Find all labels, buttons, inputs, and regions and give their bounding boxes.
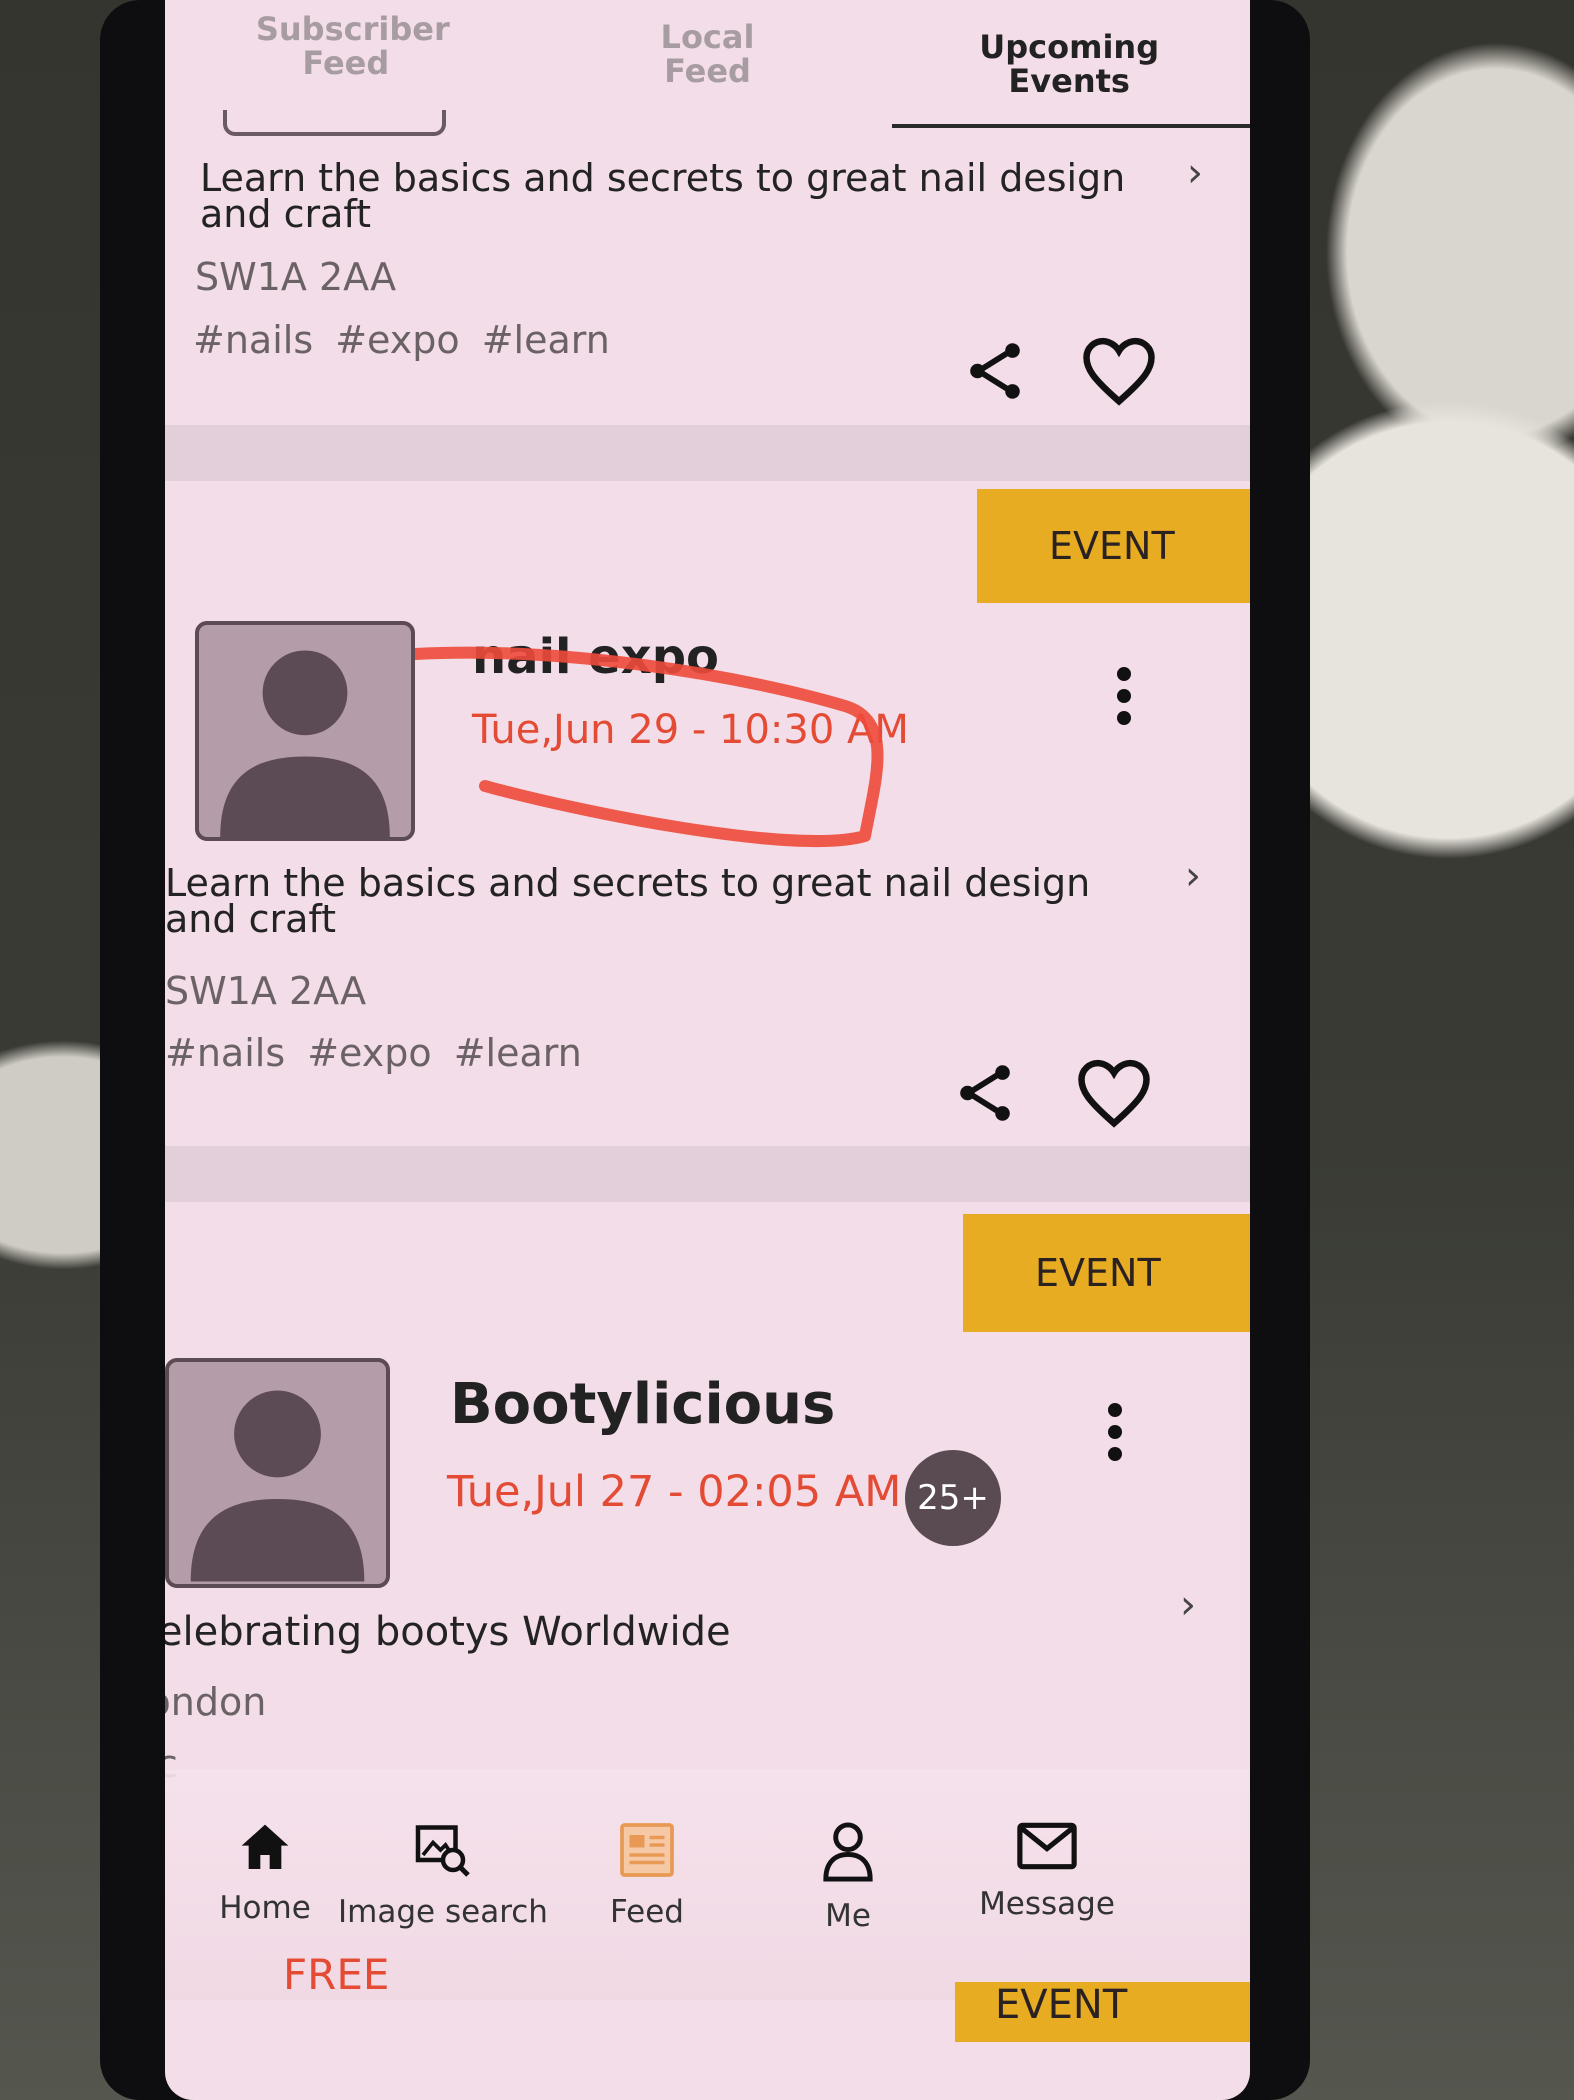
nav-label: Home (219, 1890, 311, 1926)
more-options-icon[interactable] (1112, 666, 1136, 726)
nav-image-search[interactable]: Image search (338, 1820, 548, 1930)
nav-home[interactable]: Home (165, 1820, 365, 1926)
heart-icon[interactable] (1075, 1058, 1153, 1130)
person-placeholder-icon (220, 650, 390, 837)
tab-label: Subscriber Feed (255, 10, 450, 82)
person-placeholder-icon (190, 1390, 365, 1582)
nav-label: Feed (610, 1894, 684, 1930)
chevron-right-icon[interactable]: › (1185, 853, 1201, 899)
event-description: Celebrating bootys Worldwide (165, 1609, 731, 1655)
image-search-icon (415, 1825, 470, 1877)
app-screen: Subscriber Feed Local Feed Upcoming Even… (165, 0, 1250, 2100)
event-card[interactable]: EVENT nail expo Tue,Jun 29 - 10:30 AM Le… (165, 481, 1250, 1146)
image-bottom-edge (223, 110, 446, 136)
mail-icon (1017, 1822, 1077, 1870)
feed-icon (620, 1823, 674, 1877)
free-label: FREE (283, 1950, 390, 1999)
red-pen-annotation (415, 646, 884, 847)
event-badge: EVENT (963, 1214, 1250, 1332)
tab-label: Upcoming Events (979, 28, 1160, 100)
event-tags: #nails #expo #learn (165, 1031, 582, 1075)
card-separator (165, 1146, 1250, 1202)
event-title: Bootylicious (450, 1372, 836, 1437)
avatar (165, 1358, 390, 1588)
nav-me[interactable]: Me (748, 1820, 948, 1934)
nav-label: Me (825, 1898, 871, 1934)
tab-label: Local Feed (660, 18, 755, 90)
event-badge: EVENT (955, 1982, 1250, 2042)
event-postcode: SW1A 2AA (195, 255, 397, 299)
event-location: London (165, 1680, 267, 1724)
event-description: Learn the basics and secrets to great na… (200, 156, 1126, 236)
event-badge: EVENT (977, 489, 1250, 603)
event-card[interactable]: Learn the basics and secrets to great na… (165, 100, 1250, 430)
heart-icon[interactable] (1080, 336, 1158, 408)
nav-label: Message (979, 1886, 1115, 1922)
more-options-icon[interactable] (1103, 1402, 1127, 1462)
home-icon (241, 1824, 289, 1869)
event-card[interactable]: EVENT Bootylicious Tue,Jul 27 - 02:05 AM… (165, 1202, 1250, 1786)
person-icon (823, 1822, 873, 1882)
chevron-right-icon[interactable]: › (1180, 1582, 1196, 1628)
attendee-count-badge: 25+ (905, 1450, 1001, 1546)
event-postcode: SW1A 2AA (165, 969, 367, 1013)
event-description: Learn the basics and secrets to great na… (165, 861, 1091, 941)
event-tags: #nails #expo #learn (193, 318, 610, 362)
nav-feed[interactable]: Feed (547, 1820, 747, 1930)
nav-label: Image search (338, 1894, 548, 1930)
nav-message[interactable]: Message (947, 1820, 1147, 1922)
share-icon[interactable] (950, 1058, 1020, 1128)
card-separator (165, 425, 1250, 481)
event-date: Tue,Jul 27 - 02:05 AM (447, 1467, 902, 1517)
chevron-right-icon[interactable]: › (1187, 150, 1203, 196)
share-icon[interactable] (960, 336, 1030, 406)
avatar (195, 621, 415, 841)
